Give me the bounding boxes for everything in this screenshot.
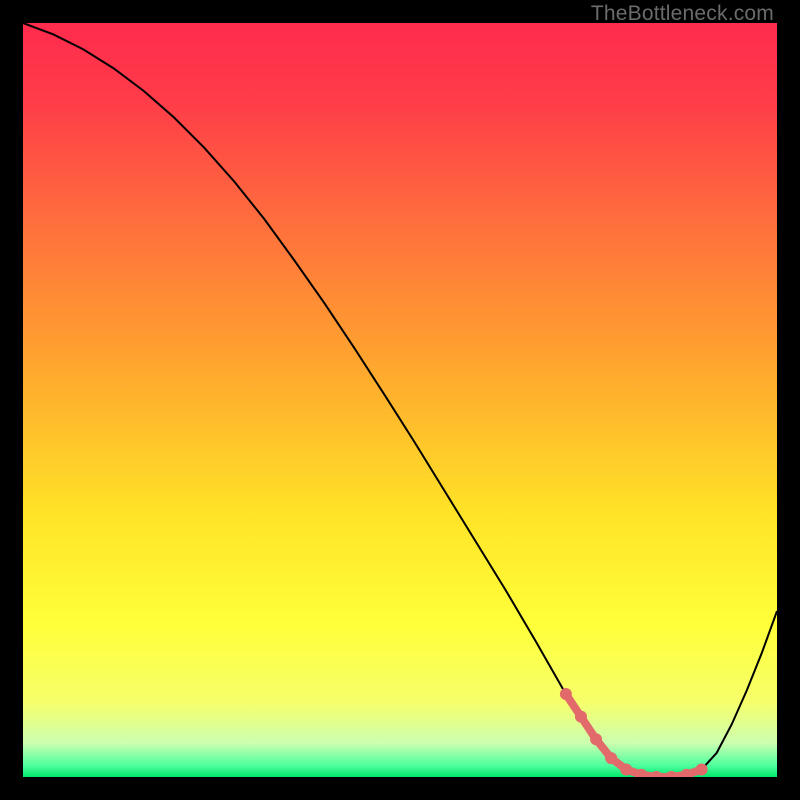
marker-highlight-zone bbox=[605, 752, 617, 764]
marker-highlight-zone bbox=[575, 711, 587, 723]
bottleneck-chart bbox=[23, 23, 777, 777]
marker-highlight-zone bbox=[620, 763, 632, 775]
marker-highlight-zone bbox=[560, 688, 572, 700]
chart-frame bbox=[23, 23, 777, 777]
chart-background bbox=[23, 23, 777, 777]
marker-highlight-zone bbox=[590, 733, 602, 745]
marker-highlight-zone bbox=[696, 763, 708, 775]
watermark-text: TheBottleneck.com bbox=[591, 2, 774, 26]
